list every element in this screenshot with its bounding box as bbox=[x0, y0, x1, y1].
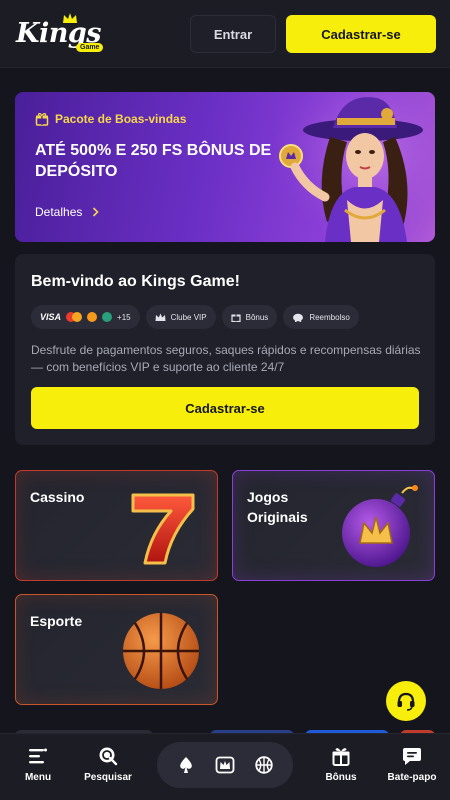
bitcoin-icon bbox=[87, 312, 98, 322]
nav-search-label: Pesquisar bbox=[84, 772, 132, 783]
banner-chip: Pacote de Boas-vindas bbox=[35, 112, 186, 126]
kings-game-logo[interactable]: Kings Game bbox=[14, 12, 106, 56]
chat-icon bbox=[403, 748, 421, 765]
tether-icon bbox=[102, 312, 113, 322]
basketball-icon bbox=[254, 756, 273, 774]
sports-label: Esporte bbox=[30, 613, 83, 629]
headset-icon bbox=[397, 692, 415, 711]
more-payments-count: +15 bbox=[117, 312, 131, 322]
gift-icon bbox=[332, 748, 350, 766]
nav-originals-tab[interactable] bbox=[210, 750, 240, 780]
gift-icon bbox=[231, 314, 241, 322]
search-icon bbox=[99, 747, 118, 766]
casino-tile[interactable]: Cassino bbox=[15, 470, 218, 581]
nav-menu[interactable]: Menu bbox=[3, 744, 73, 783]
welcome-card: Bem-vindo ao Kings Game! VISA +15 Clube … bbox=[15, 254, 435, 445]
banner-details-link[interactable]: Detalhes bbox=[35, 205, 100, 219]
nav-bonus[interactable]: Bônus bbox=[306, 744, 376, 783]
original-games-tile[interactable]: Jogos Originais bbox=[232, 470, 435, 581]
chevron-right-icon bbox=[93, 207, 100, 217]
login-button[interactable]: Entrar bbox=[190, 15, 276, 53]
welcome-package-banner[interactable]: Pacote de Boas-vindas ATÉ 500% E 250 FS … bbox=[15, 92, 435, 242]
nav-search[interactable]: Pesquisar bbox=[73, 744, 143, 783]
nav-menu-label: Menu bbox=[24, 772, 52, 783]
mastercard-icon bbox=[66, 312, 83, 322]
crown-icon bbox=[63, 13, 77, 23]
nav-chat-label: Bate-papo bbox=[387, 772, 437, 783]
crown-box-icon bbox=[215, 756, 235, 774]
original-games-label: Jogos Originais bbox=[247, 489, 308, 525]
crown-icon bbox=[155, 313, 166, 321]
signup-button[interactable]: Cadastrar-se bbox=[286, 15, 436, 53]
casino-label: Cassino bbox=[30, 489, 85, 505]
feature-pills: VISA +15 Clube VIP Bônus Reembolso bbox=[31, 305, 359, 329]
bomb-icon bbox=[342, 485, 418, 567]
nav-sports-tab[interactable] bbox=[249, 750, 279, 780]
basketball-icon bbox=[123, 613, 199, 689]
banner-title: ATÉ 500% E 250 FS BÔNUS DE DEPÓSITO bbox=[35, 142, 272, 180]
payment-methods-pill: VISA +15 bbox=[31, 305, 140, 329]
lucky-seven-icon bbox=[131, 493, 195, 565]
logo-subtext: Game bbox=[76, 43, 104, 52]
top-header: Kings Game Entrar Cadastrar-se bbox=[0, 0, 450, 68]
welcome-description: Desfrute de pagamentos seguros, saques r… bbox=[31, 343, 421, 374]
gift-icon bbox=[35, 113, 49, 126]
bonus-pill: Bônus bbox=[221, 305, 278, 329]
banner-chip-label: Pacote de Boas-vindas bbox=[55, 112, 187, 126]
nav-cards-tab[interactable] bbox=[171, 750, 201, 780]
witch-character-illustration bbox=[275, 92, 435, 242]
signup-main-button[interactable]: Cadastrar-se bbox=[31, 387, 419, 429]
nav-games-group bbox=[157, 742, 293, 788]
nav-bonus-label: Bônus bbox=[325, 772, 357, 783]
welcome-title: Bem-vindo ao Kings Game! bbox=[31, 273, 240, 290]
nav-chat[interactable]: Bate-papo bbox=[377, 744, 447, 783]
details-label: Detalhes bbox=[35, 205, 83, 219]
bonus-label: Bônus bbox=[245, 312, 269, 322]
sports-tile[interactable]: Esporte bbox=[15, 594, 218, 705]
support-button[interactable] bbox=[386, 681, 426, 721]
spade-icon bbox=[180, 757, 193, 773]
cashback-label: Reembolso bbox=[309, 312, 350, 322]
cashback-pill: Reembolso bbox=[283, 305, 359, 329]
menu-icon bbox=[29, 748, 47, 764]
piggy-bank-icon bbox=[293, 313, 304, 322]
visa-logo: VISA bbox=[40, 312, 62, 322]
bottom-navigation: Menu Pesquisar Bônus Bate-papo bbox=[0, 733, 450, 800]
vip-club-label: Clube VIP bbox=[170, 312, 207, 322]
vip-club-pill: Clube VIP bbox=[145, 305, 216, 329]
